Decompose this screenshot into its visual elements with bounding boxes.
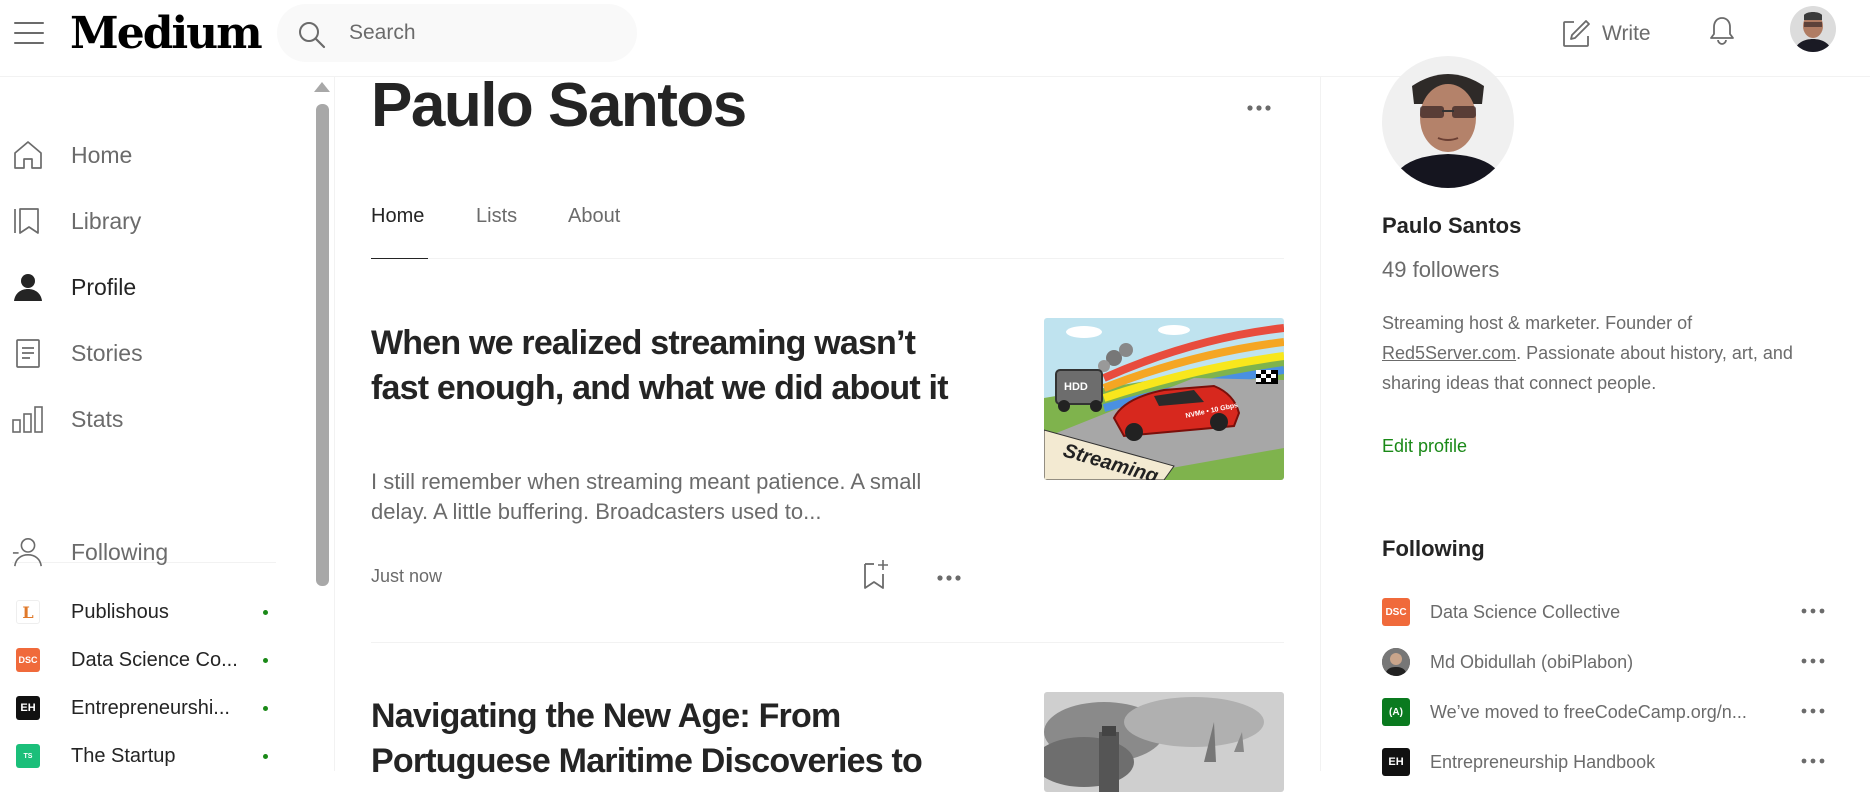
sidebar-following-publishous[interactable]: L Publishous bbox=[16, 597, 276, 627]
sidebar-following-label: Entrepreneurshi... bbox=[71, 696, 230, 719]
sidebar-item-stories[interactable]: Stories bbox=[12, 333, 272, 373]
sidebar-item-label: Stories bbox=[71, 339, 143, 366]
following-heading: Following bbox=[1382, 536, 1485, 561]
profile-avatar[interactable] bbox=[1382, 56, 1514, 188]
article-thumbnail-image[interactable] bbox=[1044, 692, 1284, 792]
menu-icon[interactable] bbox=[14, 22, 44, 46]
sidebar-following-the-startup[interactable]: TS The Startup bbox=[16, 741, 276, 771]
sidebar-item-library[interactable]: Library bbox=[12, 201, 272, 241]
following-item-label[interactable]: Entrepreneurship Handbook bbox=[1430, 752, 1655, 773]
profile-name: Paulo Santos bbox=[1382, 213, 1522, 238]
stats-icon bbox=[12, 403, 44, 435]
bio-link[interactable]: Red5Server.com bbox=[1382, 343, 1516, 363]
profile-name-heading: Paulo Santos bbox=[371, 71, 747, 140]
scrollbar-thumb[interactable] bbox=[316, 104, 329, 586]
article-more-options-icon[interactable] bbox=[936, 570, 962, 588]
write-icon bbox=[1563, 20, 1590, 47]
article-title[interactable]: When we realized streaming wasn’t fast e… bbox=[371, 321, 951, 411]
article-subtitle[interactable]: I still remember when streaming meant pa… bbox=[371, 467, 931, 527]
freecodecamp-logo-icon[interactable]: (A) bbox=[1382, 698, 1410, 726]
the-startup-logo-icon: TS bbox=[16, 744, 40, 768]
sidebar-item-label: Home bbox=[71, 141, 133, 168]
following-more-options-icon[interactable] bbox=[1800, 653, 1826, 671]
thumbnail-hdd-label: HDD bbox=[1064, 381, 1088, 393]
following-item-label[interactable]: We’ve moved to freeCodeCamp.org/n... bbox=[1430, 702, 1747, 723]
following-more-options-icon[interactable] bbox=[1800, 703, 1826, 721]
profile-bio: Streaming host & marketer. Founder of Re… bbox=[1382, 308, 1832, 398]
sidebar-item-profile[interactable]: Profile bbox=[12, 267, 272, 307]
dsc-logo-icon: DSC bbox=[16, 648, 40, 672]
new-dot-indicator bbox=[263, 706, 268, 711]
article-timestamp: Just now bbox=[371, 566, 443, 586]
following-icon bbox=[12, 536, 44, 568]
sidebar-item-stats[interactable]: Stats bbox=[12, 399, 272, 439]
new-dot-indicator bbox=[263, 658, 268, 663]
write-button[interactable]: Write bbox=[1560, 14, 1651, 54]
article-thumbnail-image[interactable]: HDD NVMe • 10 Gbps Streaming bbox=[1044, 318, 1284, 480]
following-list-item: (A) We’ve moved to freeCodeCamp.org/n... bbox=[1382, 697, 1832, 727]
user-avatar-icon[interactable] bbox=[1382, 648, 1410, 676]
profile-tabs: Home Lists About bbox=[371, 205, 1284, 259]
new-dot-indicator bbox=[263, 754, 268, 759]
sidebar-item-label: Profile bbox=[71, 273, 137, 300]
notifications-bell-icon[interactable] bbox=[1705, 14, 1739, 53]
stories-icon bbox=[12, 337, 44, 369]
following-more-options-icon[interactable] bbox=[1800, 753, 1826, 771]
sidebar-item-label: Library bbox=[71, 207, 142, 234]
search-icon bbox=[299, 22, 326, 49]
sidebar-item-label: Stats bbox=[71, 405, 124, 432]
left-column-divider bbox=[334, 77, 335, 771]
dsc-logo-icon[interactable]: DSC bbox=[1382, 598, 1410, 626]
sidebar-following-entrepreneurship[interactable]: EH Entrepreneurshi... bbox=[16, 693, 276, 723]
tab-lists[interactable]: Lists bbox=[476, 205, 517, 259]
publishous-logo-icon: L bbox=[16, 600, 40, 624]
left-sidebar: Home Library Profile Stories Stats Follo… bbox=[0, 77, 300, 771]
search-box[interactable] bbox=[277, 4, 637, 62]
following-item-label[interactable]: Data Science Collective bbox=[1430, 602, 1620, 623]
sidebar-following-label: Data Science Co... bbox=[71, 648, 238, 671]
following-list-item: Md Obidullah (obiPlabon) bbox=[1382, 647, 1832, 677]
bio-text: Streaming host & marketer. Founder of bbox=[1382, 313, 1693, 333]
sidebar-following-label: Publishous bbox=[71, 600, 169, 623]
following-item-label[interactable]: Md Obidullah (obiPlabon) bbox=[1430, 652, 1633, 673]
tab-home[interactable]: Home bbox=[371, 205, 428, 259]
eh-logo-icon[interactable]: EH bbox=[1382, 748, 1410, 776]
bookmark-icon bbox=[12, 205, 44, 237]
sidebar-item-home[interactable]: Home bbox=[12, 135, 272, 175]
new-dot-indicator bbox=[263, 610, 268, 615]
profile-more-options-icon[interactable] bbox=[1246, 100, 1272, 118]
eh-logo-icon: EH bbox=[16, 696, 40, 720]
medium-logo[interactable]: Medium bbox=[70, 8, 263, 59]
article-divider bbox=[371, 642, 1284, 643]
sidebar-following-label: Following bbox=[71, 538, 169, 565]
edit-profile-link[interactable]: Edit profile bbox=[1382, 436, 1467, 457]
following-list-item: DSC Data Science Collective bbox=[1382, 597, 1832, 627]
sidebar-following-label: The Startup bbox=[71, 744, 176, 767]
scrollbar-up-arrow[interactable] bbox=[314, 82, 330, 92]
followers-count[interactable]: 49 followers bbox=[1382, 257, 1499, 283]
write-label: Write bbox=[1602, 22, 1651, 45]
following-list-item: EH Entrepreneurship Handbook bbox=[1382, 747, 1832, 777]
top-bar: Medium Write bbox=[0, 0, 1870, 77]
search-input[interactable] bbox=[347, 18, 617, 48]
sidebar-item-following[interactable]: Following bbox=[12, 532, 272, 572]
sidebar-following-dsc[interactable]: DSC Data Science Co... bbox=[16, 645, 276, 675]
tab-about[interactable]: About bbox=[568, 205, 620, 259]
user-avatar[interactable] bbox=[1790, 6, 1836, 52]
following-more-options-icon[interactable] bbox=[1800, 603, 1826, 621]
home-icon bbox=[12, 139, 44, 171]
profile-icon bbox=[12, 271, 44, 303]
right-column-divider bbox=[1320, 77, 1321, 771]
bookmark-add-icon[interactable] bbox=[862, 558, 890, 595]
